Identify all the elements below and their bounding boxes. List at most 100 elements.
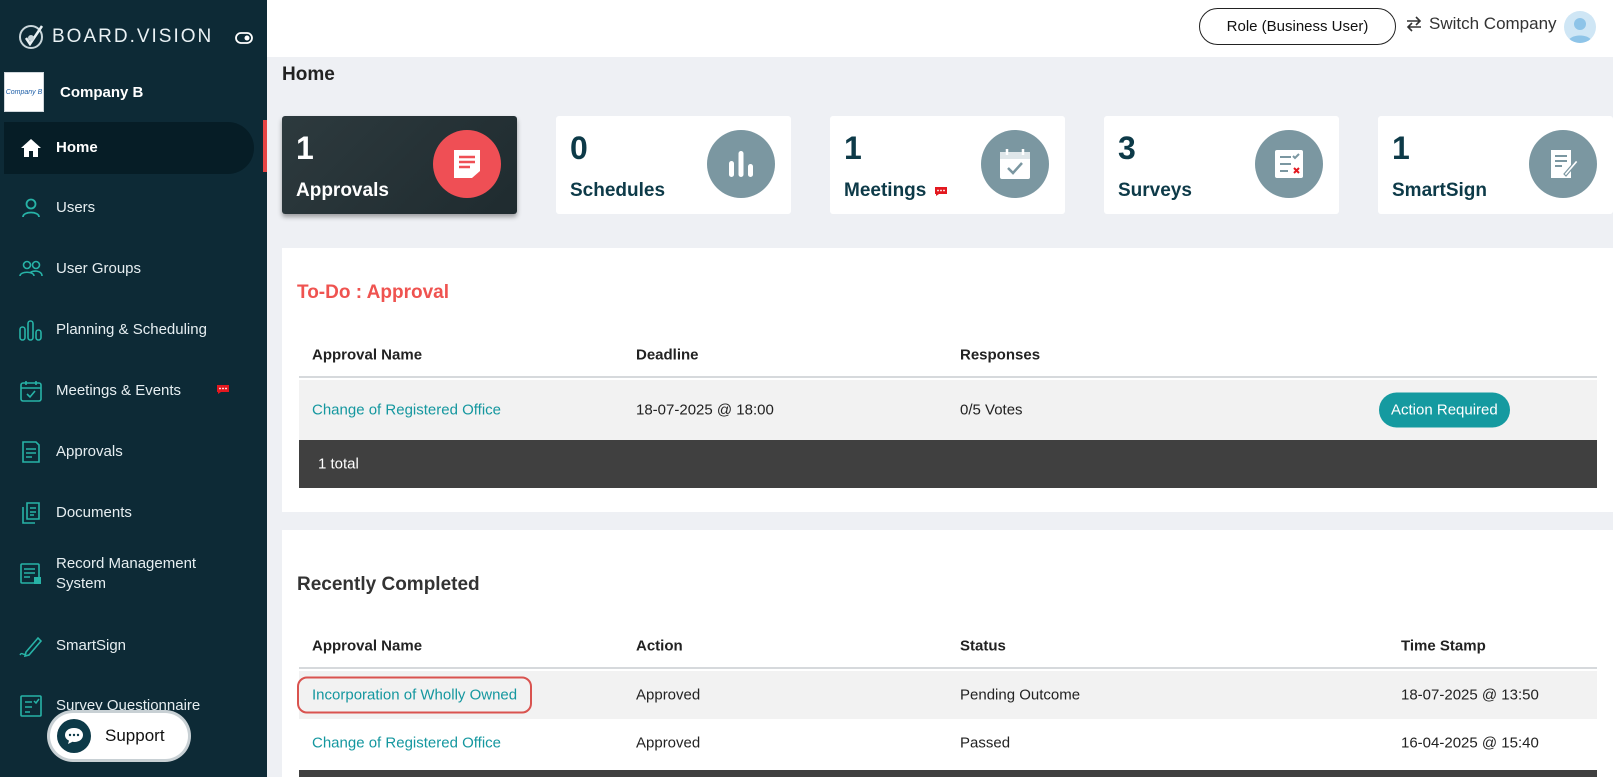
- toggle-icon[interactable]: [235, 30, 253, 46]
- card-label-text: SmartSign: [1392, 180, 1488, 201]
- sidebar-item-planning[interactable]: Planning & Scheduling: [4, 304, 254, 356]
- user-group-icon: [19, 260, 43, 277]
- table-row: Change of Registered Office 18-07-2025 @…: [299, 380, 1597, 440]
- col-responses: Responses: [960, 346, 1041, 364]
- sidebar-item-meetings[interactable]: Meetings & Events: [4, 365, 254, 417]
- avatar-user-icon: [1568, 18, 1592, 43]
- user-icon: [22, 198, 40, 218]
- sidebar-item-label: Approvals: [56, 443, 123, 460]
- card-approvals[interactable]: 1 Approvals: [282, 116, 517, 214]
- approval-doc-icon: [22, 441, 40, 463]
- chat-support-icon: [57, 719, 91, 753]
- switch-company-label: Switch Company: [1429, 14, 1557, 33]
- sidebar: BOARD.VISION Company B Company B Home Us…: [0, 0, 267, 777]
- role-button[interactable]: Role (Business User): [1199, 8, 1396, 45]
- card-label-text: Schedules: [570, 180, 666, 201]
- approval-link[interactable]: Incorporation of Wholly Owned: [296, 676, 533, 714]
- status-cell: Pending Outcome: [960, 686, 1081, 704]
- sidebar-item-records[interactable]: Record Management System: [4, 548, 254, 600]
- topbar: Role (Business User) Switch Company: [267, 0, 1613, 57]
- calendar-check-icon: [981, 130, 1049, 198]
- approval-icon: [433, 130, 501, 198]
- calendar-icon: [20, 381, 42, 402]
- status-cell: Passed: [960, 734, 1011, 752]
- sidebar-item-smartsign[interactable]: SmartSign: [4, 620, 254, 672]
- card-label: Approvals: [296, 180, 389, 202]
- col-status: Status: [960, 637, 1006, 655]
- sidebar-item-user-groups[interactable]: User Groups: [4, 243, 254, 295]
- timestamp-cell: 18-07-2025 @ 13:50: [1401, 686, 1539, 704]
- card-count: 1: [844, 130, 862, 166]
- sidebar-item-label: Meetings & Events: [56, 382, 182, 399]
- sidebar-item-home[interactable]: Home: [4, 122, 254, 174]
- pen-icon: [19, 636, 43, 658]
- sidebar-item-approvals[interactable]: Approvals: [4, 426, 254, 478]
- support-label: Support: [105, 726, 165, 745]
- switch-company-button[interactable]: Switch Company: [1405, 14, 1557, 34]
- card-label: Schedules: [570, 180, 665, 202]
- card-label-text: Approvals: [296, 180, 389, 201]
- card-count: 0: [570, 130, 588, 166]
- company-switcher[interactable]: Company B Company B: [4, 72, 143, 112]
- avatar[interactable]: [1564, 11, 1596, 43]
- sign-doc-icon: [1529, 130, 1597, 198]
- card-schedules[interactable]: 0 Schedules: [556, 116, 791, 214]
- planning-icon: [19, 320, 42, 341]
- action-required-button[interactable]: Action Required: [1379, 392, 1510, 428]
- sidebar-item-label: Record Management System: [56, 555, 197, 592]
- card-smartsign[interactable]: 1 SmartSign: [1378, 116, 1613, 214]
- todo-total-bar: 1 total: [299, 440, 1597, 488]
- col-approval-name: Approval Name: [312, 637, 423, 655]
- col-deadline: Deadline: [636, 346, 699, 364]
- table-row: Change of Registered Office Approved Pas…: [299, 719, 1597, 767]
- sidebar-item-label: Home: [56, 139, 98, 156]
- action-cell: Approved: [636, 686, 701, 704]
- col-timestamp: Time Stamp: [1401, 637, 1486, 655]
- approval-link[interactable]: Change of Registered Office: [312, 735, 501, 752]
- card-label: SmartSign: [1392, 180, 1487, 202]
- col-approval-name: Approval Name: [312, 346, 423, 364]
- brand[interactable]: BOARD.VISION: [16, 22, 213, 52]
- switch-arrows-icon: [1406, 16, 1422, 32]
- documents-icon: [22, 502, 40, 524]
- card-label: Meetings: [844, 180, 948, 202]
- total-count: 1 total: [318, 455, 359, 473]
- recent-total-bar: [299, 770, 1597, 777]
- approval-link[interactable]: Change of Registered Office: [312, 402, 501, 419]
- sidebar-item-label: Planning & Scheduling: [56, 321, 207, 338]
- survey-icon: [20, 695, 42, 717]
- sidebar-item-label: User Groups: [56, 260, 142, 277]
- todo-title: To-Do : Approval: [297, 282, 449, 303]
- action-cell: Approved: [636, 734, 701, 752]
- card-label-text: Meetings: [844, 180, 927, 201]
- bar-chart-icon: [707, 130, 775, 198]
- todo-table-header: Approval Name Deadline Responses: [299, 334, 1597, 378]
- sidebar-item-label: SmartSign: [56, 637, 127, 654]
- col-action: Action: [636, 637, 683, 655]
- card-label-text: Surveys: [1118, 180, 1192, 201]
- responses-cell: 0/5 Votes: [960, 401, 1023, 419]
- support-button[interactable]: Support: [50, 713, 188, 759]
- timestamp-cell: 16-04-2025 @ 15:40: [1401, 734, 1539, 752]
- card-count: 3: [1118, 130, 1136, 166]
- company-logo-text: Company B: [5, 88, 43, 96]
- recent-panel: Recently Completed Approval Name Action …: [282, 530, 1613, 777]
- card-label: Surveys: [1118, 180, 1192, 202]
- card-surveys[interactable]: 3 Surveys: [1104, 116, 1339, 214]
- chat-badge-icon: [217, 385, 229, 394]
- sidebar-item-label: Documents: [56, 504, 132, 521]
- record-icon: [20, 563, 41, 584]
- brand-logo-icon: [19, 25, 44, 49]
- sidebar-item-documents[interactable]: Documents: [4, 487, 254, 539]
- recent-table-header: Approval Name Action Status Time Stamp: [299, 625, 1597, 669]
- table-row: Incorporation of Wholly Owned Approved P…: [296, 671, 1597, 719]
- home-icon: [21, 139, 41, 157]
- company-name: Company B: [60, 83, 144, 101]
- survey-check-icon: [1255, 130, 1323, 198]
- active-indicator: [263, 120, 267, 172]
- sidebar-item-users[interactable]: Users: [4, 182, 254, 234]
- brand-name: BOARD.VISION: [52, 26, 214, 47]
- card-count: 1: [296, 130, 314, 166]
- company-logo: Company B: [4, 72, 44, 112]
- card-meetings[interactable]: 1 Meetings: [830, 116, 1065, 214]
